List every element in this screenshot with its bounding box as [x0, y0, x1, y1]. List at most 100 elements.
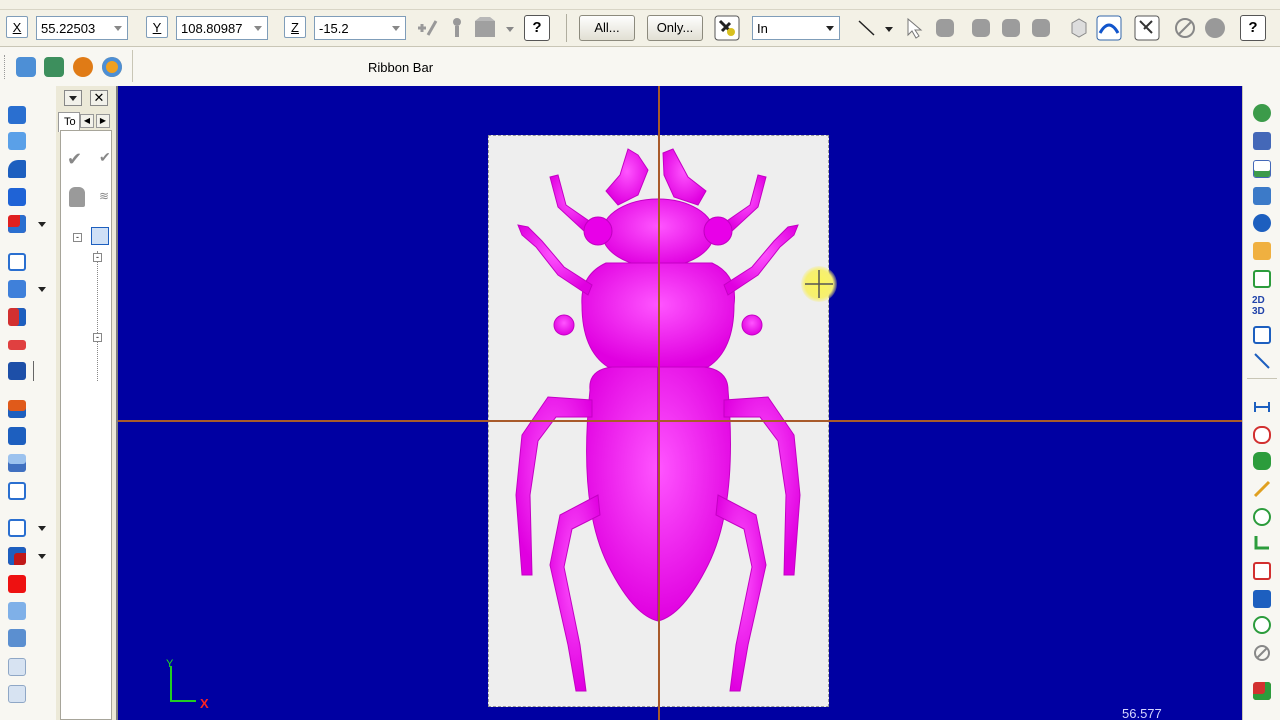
- fillet-icon[interactable]: [8, 280, 26, 298]
- split-icon[interactable]: [8, 454, 26, 472]
- mode-2d-label[interactable]: 2D: [1252, 296, 1265, 306]
- solid-shading-icon[interactable]: [1253, 590, 1271, 608]
- chevron-down-icon[interactable]: [38, 287, 46, 292]
- thicken-icon[interactable]: [8, 340, 26, 350]
- z-coordinate-button[interactable]: Z: [284, 16, 306, 38]
- edit-solid-icon[interactable]: [8, 602, 26, 620]
- plane-select-icon[interactable]: [1253, 326, 1271, 344]
- solid-face-icon[interactable]: [968, 15, 994, 41]
- layout-icon[interactable]: [8, 482, 26, 500]
- sphere-icon[interactable]: [1253, 214, 1271, 232]
- shell-icon[interactable]: [8, 253, 26, 271]
- machine-group-icon[interactable]: [91, 227, 109, 245]
- solid-icon[interactable]: [932, 15, 958, 41]
- transform-icon[interactable]: [1253, 452, 1271, 470]
- wireframe-cube-icon[interactable]: [1066, 15, 1092, 41]
- revolve-icon[interactable]: [8, 132, 26, 150]
- pattern-icon[interactable]: [8, 519, 26, 537]
- circle-icon[interactable]: [1253, 508, 1271, 526]
- select-only-button[interactable]: Only...: [647, 15, 703, 41]
- tree-collapse-icon[interactable]: -: [93, 333, 102, 342]
- chevron-down-icon[interactable]: [38, 526, 46, 531]
- levels-icon[interactable]: [1253, 242, 1271, 260]
- chevron-down-icon[interactable]: [826, 26, 834, 31]
- chevron-down-icon[interactable]: [885, 27, 893, 32]
- tab-scroll-left-icon[interactable]: ◀: [80, 114, 94, 128]
- layers-icon[interactable]: [1253, 160, 1271, 178]
- checkmark-icon[interactable]: ✔: [67, 149, 87, 169]
- lock-icon[interactable]: [69, 187, 85, 207]
- help-icon[interactable]: ?: [1240, 15, 1266, 41]
- chevron-down-icon[interactable]: [38, 554, 46, 559]
- chevron-down-icon[interactable]: [114, 26, 122, 31]
- status-readout: 56.577: [1122, 706, 1162, 720]
- sweep-icon[interactable]: [8, 160, 26, 178]
- autocursor-icon[interactable]: [444, 15, 470, 41]
- loft-icon[interactable]: [8, 188, 26, 206]
- selection-mask-icon[interactable]: [714, 15, 740, 41]
- toggle-icon[interactable]: ✔: [99, 149, 113, 169]
- display-toggle-icon[interactable]: ≋: [99, 189, 113, 203]
- mode-3d-label[interactable]: 3D: [1252, 307, 1265, 317]
- chamfer-icon[interactable]: [8, 308, 26, 326]
- box-icon[interactable]: [8, 215, 26, 233]
- plane-icon[interactable]: [16, 57, 36, 77]
- tree-collapse-icon[interactable]: -: [73, 233, 82, 242]
- toolbar-grip[interactable]: [4, 55, 8, 79]
- grid-snap-icon[interactable]: [1253, 270, 1271, 288]
- fast-point-icon[interactable]: [414, 15, 440, 41]
- solid-body-icon[interactable]: [1028, 15, 1054, 41]
- clear-selection-icon[interactable]: [1172, 15, 1198, 41]
- screen-image-icon[interactable]: [1253, 187, 1271, 205]
- surface-icon[interactable]: [1096, 15, 1122, 41]
- help-icon[interactable]: ?: [524, 15, 550, 41]
- select-all-button[interactable]: All...: [579, 15, 635, 41]
- check-solid-icon[interactable]: [8, 658, 26, 676]
- analyze-chain-icon[interactable]: [1253, 426, 1271, 444]
- tab-toolpaths[interactable]: To: [58, 112, 80, 132]
- chevron-down-icon[interactable]: [254, 26, 262, 31]
- graphics-viewport[interactable]: Y X 56.577: [116, 86, 1242, 720]
- trim-icon[interactable]: [1253, 480, 1271, 498]
- close-icon[interactable]: ✕: [90, 90, 108, 106]
- line-icon[interactable]: [854, 15, 880, 41]
- y-coordinate-button[interactable]: Y: [146, 16, 168, 38]
- globe-icon[interactable]: [1253, 616, 1271, 634]
- standard-selection-icon[interactable]: [1202, 15, 1228, 41]
- panel-menu-button[interactable]: [64, 90, 82, 106]
- rectangle-icon[interactable]: [1253, 562, 1271, 580]
- units-select[interactable]: In: [752, 16, 840, 40]
- draft-icon[interactable]: [8, 547, 26, 565]
- view-icon[interactable]: [44, 57, 64, 77]
- solid-color-icon[interactable]: [8, 575, 26, 593]
- chevron-down-icon[interactable]: [506, 27, 514, 32]
- solid-block-icon[interactable]: [8, 362, 26, 380]
- verify-selection-icon[interactable]: [1134, 15, 1160, 41]
- measure-icon[interactable]: [1253, 352, 1271, 370]
- cube-view-icon[interactable]: [1253, 104, 1271, 122]
- chevron-down-icon[interactable]: [392, 26, 400, 31]
- solid-edge-icon[interactable]: [998, 15, 1024, 41]
- no-entry-icon[interactable]: [1253, 644, 1271, 662]
- grid-icon[interactable]: [472, 15, 498, 41]
- chevron-down-icon[interactable]: [38, 222, 46, 227]
- pointer-select-icon[interactable]: [902, 15, 928, 41]
- tab-scroll-right-icon[interactable]: ▶: [96, 114, 110, 128]
- x-coordinate-input[interactable]: 55.22503: [36, 16, 128, 40]
- fillet-entities-icon[interactable]: [1253, 534, 1271, 552]
- tree-collapse-icon[interactable]: -: [93, 253, 102, 262]
- attributes-icon[interactable]: [1253, 682, 1271, 700]
- x-coordinate-button[interactable]: X: [6, 16, 28, 38]
- analyze-distance-icon[interactable]: [1253, 398, 1271, 416]
- extrude-icon[interactable]: [8, 106, 26, 124]
- find-features-icon[interactable]: [8, 685, 26, 703]
- z-coordinate-input[interactable]: -15.2: [314, 16, 406, 40]
- boolean-add-icon[interactable]: [8, 400, 26, 418]
- axis-triad: Y X: [166, 658, 209, 711]
- save-view-icon[interactable]: [1253, 132, 1271, 150]
- boolean-remove-icon[interactable]: [8, 427, 26, 445]
- render-icon[interactable]: [102, 57, 122, 77]
- shading-icon[interactable]: [73, 57, 93, 77]
- y-coordinate-input[interactable]: 108.80987: [176, 16, 268, 40]
- history-icon[interactable]: [8, 629, 26, 647]
